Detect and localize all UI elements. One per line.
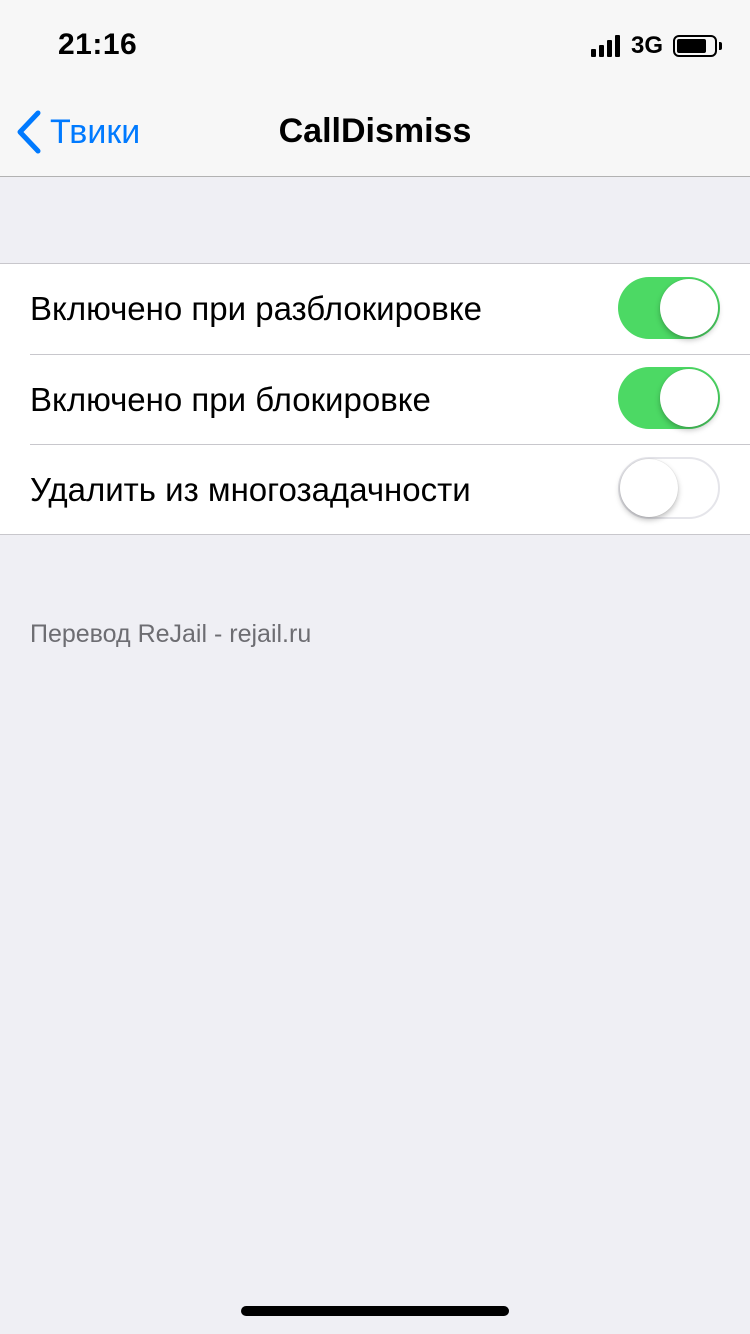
toggle-switch[interactable] [618, 367, 720, 429]
settings-group: Включено при разблокировке Включено при … [0, 263, 750, 535]
status-time: 21:16 [58, 28, 138, 61]
battery-tip [719, 42, 722, 50]
cellular-signal-icon [590, 35, 623, 57]
network-type: 3G [630, 32, 663, 59]
toggle-switch[interactable] [618, 277, 720, 339]
battery-icon [673, 35, 717, 57]
home-indicator[interactable] [241, 1306, 509, 1316]
toggle-knob [660, 369, 718, 427]
footer-note: Перевод ReJail - rejail.ru [30, 620, 312, 648]
toggle-knob [620, 459, 678, 517]
setting-row-multitasking[interactable]: Удалить из многозадачности [0, 444, 750, 534]
page-title: CallDismiss [278, 112, 472, 150]
toggle-switch[interactable] [618, 457, 720, 519]
setting-label: Удалить из многозадачности [30, 470, 471, 508]
setting-label: Включено при блокировке [30, 380, 431, 418]
setting-row-lock[interactable]: Включено при блокировке [0, 354, 750, 444]
setting-label: Включено при разблокировке [30, 290, 482, 327]
status-bar: 21:16 3G [0, 0, 750, 88]
setting-row-unlock[interactable]: Включено при разблокировке [0, 264, 750, 354]
toggle-knob [660, 279, 718, 337]
navigation-bar: Твики CallDismiss [0, 88, 750, 177]
status-indicators: 3G [590, 32, 722, 59]
